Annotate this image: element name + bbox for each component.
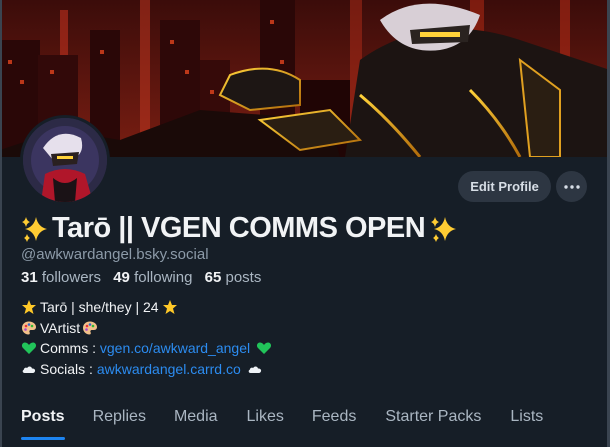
tab-feeds[interactable]: Feeds xyxy=(312,392,356,447)
tab-media[interactable]: Media xyxy=(174,392,218,447)
vgen-link[interactable]: vgen.co/awkward_angel xyxy=(100,338,250,359)
bio-line: Comms : vgen.co/awkward_angel xyxy=(21,338,275,359)
ellipsis-icon xyxy=(563,184,580,189)
sparkles-icon xyxy=(431,216,457,242)
avatar[interactable] xyxy=(20,115,110,205)
palette-icon xyxy=(83,321,98,335)
bio-line: VArtist xyxy=(21,318,275,339)
profile-stats: 31 followers 49 following 65 posts xyxy=(21,269,261,286)
tab-likes[interactable]: Likes xyxy=(247,392,284,447)
display-name-text: Tarō || VGEN COMMS OPEN xyxy=(52,212,426,244)
sparkles-icon xyxy=(22,216,47,242)
followers-link[interactable]: 31 followers xyxy=(21,269,101,286)
posts-label: posts xyxy=(225,269,262,286)
profile-bio: Tarō | she/they | 24 VArtist Comms : vge… xyxy=(21,297,275,379)
handle: @awkwardangel.bsky.social xyxy=(21,246,209,263)
tab-starter-packs[interactable]: Starter Packs xyxy=(385,392,481,447)
following-count: 49 xyxy=(113,269,130,286)
cloud-icon xyxy=(248,366,261,373)
carrd-link[interactable]: awkwardangel.carrd.co xyxy=(97,359,241,380)
posts-stat: 65 posts xyxy=(205,269,262,286)
bio-comms-label: Comms : xyxy=(40,340,100,356)
edit-profile-button[interactable]: Edit Profile xyxy=(458,171,551,202)
palette-icon xyxy=(22,321,36,335)
bio-line-1: Tarō | she/they | 24 xyxy=(40,299,159,315)
tab-posts[interactable]: Posts xyxy=(21,392,65,447)
star-icon xyxy=(22,300,36,315)
green-heart-icon xyxy=(21,342,37,355)
posts-count: 65 xyxy=(204,269,222,286)
bio-line: Tarō | she/they | 24 xyxy=(21,297,275,318)
bio-line-2: VArtist xyxy=(40,319,81,336)
green-heart-icon xyxy=(257,342,272,355)
display-name: Tarō || VGEN COMMS OPEN xyxy=(20,212,459,245)
following-label: following xyxy=(134,269,193,286)
bio-line: Socials : awkwardangel.carrd.co xyxy=(21,359,275,380)
tab-lists[interactable]: Lists xyxy=(510,392,543,447)
star-icon xyxy=(162,300,177,315)
cloud-icon xyxy=(22,366,36,373)
following-link[interactable]: 49 following xyxy=(113,269,192,286)
bio-socials-label: Socials : xyxy=(40,360,97,377)
followers-label: followers xyxy=(41,269,102,286)
tab-replies[interactable]: Replies xyxy=(93,392,146,447)
more-options-button[interactable] xyxy=(556,171,587,202)
followers-count: 31 xyxy=(21,269,38,286)
profile-tabs: Posts Replies Media Likes Feeds Starter … xyxy=(0,392,610,447)
